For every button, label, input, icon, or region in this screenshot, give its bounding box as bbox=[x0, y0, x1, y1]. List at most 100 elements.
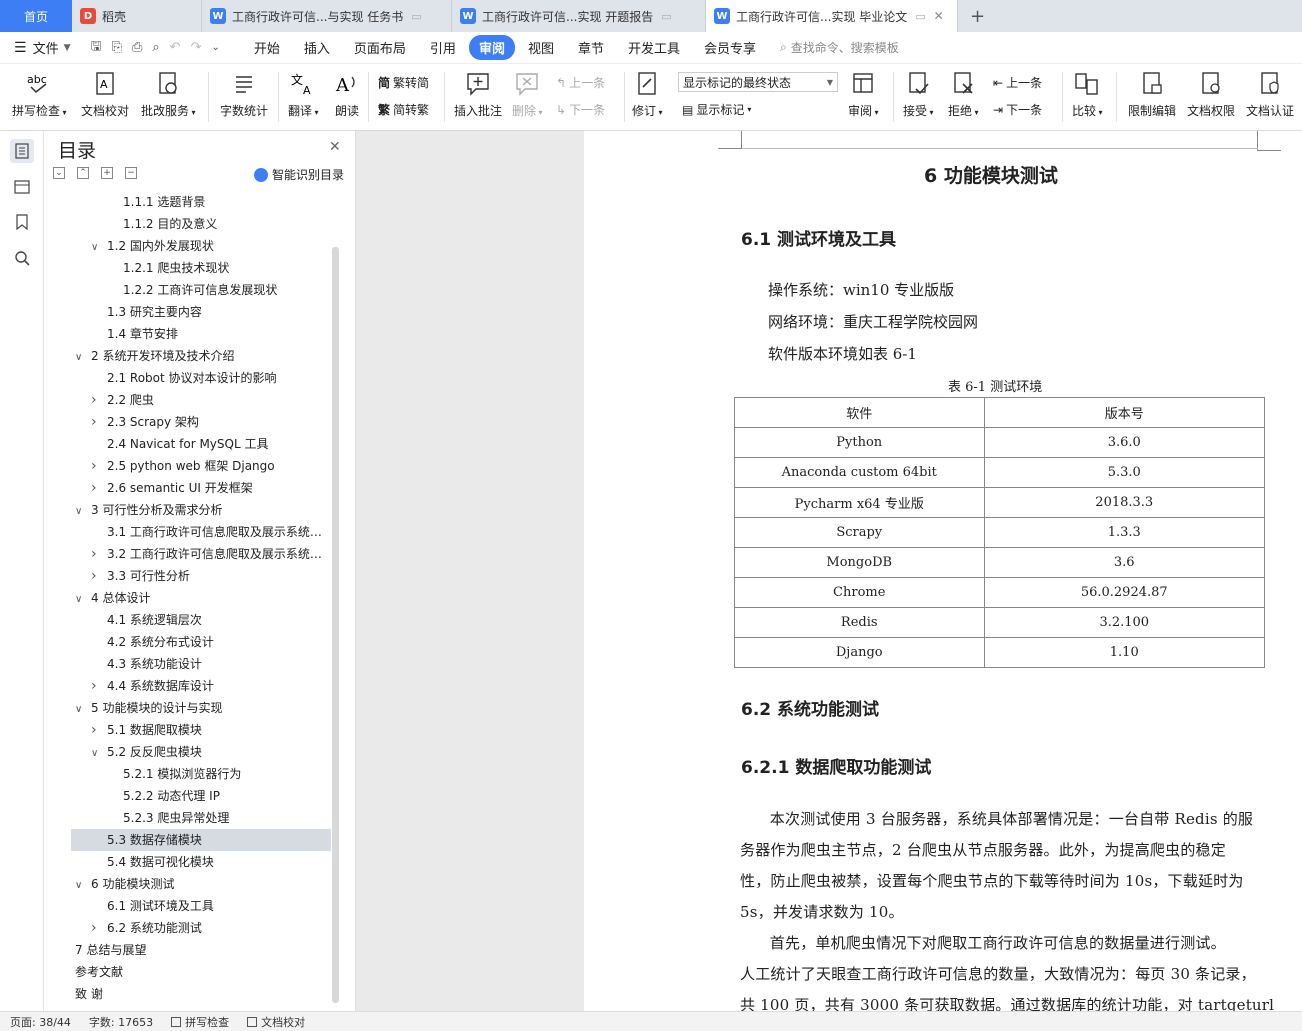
menu-layout[interactable]: 页面布局 bbox=[343, 35, 417, 60]
track-changes-button[interactable]: 修订 ▾ bbox=[632, 64, 663, 119]
menu-insert[interactable]: 插入 bbox=[293, 35, 341, 60]
toc-item[interactable]: 1.3 研究主要内容 bbox=[71, 301, 331, 323]
smart-toc-button[interactable]: 智能识别目录 bbox=[254, 166, 344, 183]
save-icon[interactable]: 🖫 bbox=[91, 37, 102, 59]
menu-member[interactable]: 会员专享 bbox=[693, 35, 767, 60]
toc-item[interactable]: 1.1.2 目的及意义 bbox=[71, 213, 331, 235]
search-icon[interactable] bbox=[10, 246, 34, 270]
menu-reference[interactable]: 引用 bbox=[419, 35, 467, 60]
chevron-right-icon[interactable]: › bbox=[91, 389, 107, 411]
toc-item[interactable]: ∨ 5.2 反反爬虫模块 bbox=[71, 741, 331, 763]
redo-icon[interactable]: ↷ bbox=[191, 40, 202, 55]
toc-item[interactable]: 1.1.1 选题背景 bbox=[71, 191, 331, 213]
toc-item[interactable]: ∨ 1.2 国内外发展现状 bbox=[71, 235, 331, 257]
word-count-button[interactable]: 字数统计 bbox=[220, 64, 268, 119]
chevron-down-icon[interactable]: ∨ bbox=[75, 347, 91, 367]
chevron-down-icon[interactable]: ∨ bbox=[75, 501, 91, 521]
next-change-button[interactable]: ⇥ 下一条 bbox=[993, 101, 1042, 118]
chevron-right-icon[interactable]: › bbox=[91, 565, 107, 587]
doc-cert-button[interactable]: 文档认证 bbox=[1246, 64, 1294, 119]
markup-state-select[interactable]: 显示标记的最终状态 ▼ bbox=[678, 72, 838, 92]
chevron-down-icon[interactable]: ∨ bbox=[91, 743, 107, 763]
output-icon[interactable]: ⎘ bbox=[112, 40, 122, 55]
close-icon[interactable]: ✕ bbox=[934, 9, 944, 23]
chevron-right-icon[interactable]: › bbox=[91, 455, 107, 477]
undo-icon[interactable]: ↶ bbox=[170, 40, 181, 55]
toc-item[interactable]: 1.2.1 爬虫技术现状 bbox=[71, 257, 331, 279]
toc-item[interactable]: › 2.3 Scrapy 架构 bbox=[71, 411, 331, 433]
read-aloud-button[interactable]: A 朗读 bbox=[333, 64, 361, 119]
toc-item[interactable]: 5.2.1 模拟浏览器行为 bbox=[71, 763, 331, 785]
chevron-right-icon[interactable]: › bbox=[91, 477, 107, 499]
delete-comment-button[interactable]: 删除 ▾ bbox=[512, 64, 543, 119]
toc-item[interactable]: › 5.1 数据爬取模块 bbox=[71, 719, 331, 741]
toc-item[interactable]: 致 谢 bbox=[71, 983, 331, 1005]
chevron-right-icon[interactable]: › bbox=[91, 719, 107, 741]
toc-item[interactable]: 6.1 测试环境及工具 bbox=[71, 895, 331, 917]
translate-button[interactable]: 文A 翻译 ▾ bbox=[288, 64, 319, 119]
toc-item[interactable]: › 2.2 爬虫 bbox=[71, 389, 331, 411]
new-tab-button[interactable]: + bbox=[958, 0, 997, 32]
menu-view[interactable]: 视图 bbox=[517, 35, 565, 60]
toc-item[interactable]: 5.3 数据存储模块 bbox=[71, 829, 331, 851]
tab-home[interactable]: 首页 bbox=[0, 0, 72, 32]
toc-item[interactable]: › 4.4 系统数据库设计 bbox=[71, 675, 331, 697]
menu-devtools[interactable]: 开发工具 bbox=[617, 35, 691, 60]
menu-start[interactable]: 开始 bbox=[243, 35, 291, 60]
tab-doc-proposal[interactable]: W 工商行政许可信...实现 开题报告 ▭ bbox=[452, 0, 706, 32]
expand-plus-icon[interactable]: + bbox=[101, 167, 113, 179]
prev-change-button[interactable]: ⇤ 上一条 bbox=[993, 74, 1042, 91]
chevron-right-icon[interactable]: › bbox=[91, 411, 107, 433]
toc-item[interactable]: ∨ 2 系统开发环境及技术介绍 bbox=[71, 345, 331, 367]
spell-check-button[interactable]: abc 拼写检查 ▾ bbox=[12, 64, 67, 119]
chevron-down-icon[interactable]: ∨ bbox=[75, 589, 91, 609]
simp-to-trad-button[interactable]: 繁简转繁 bbox=[378, 101, 429, 118]
document-page[interactable]: 6 功能模块测试 6.1 测试环境及工具 操作系统：win10 专业版版 网络环… bbox=[584, 131, 1302, 1011]
word-count-indicator[interactable]: 字数: 17653 bbox=[89, 1014, 153, 1030]
toc-icon[interactable] bbox=[10, 139, 34, 163]
command-search[interactable]: ⌕ 查找命令、搜索模板 bbox=[780, 39, 899, 56]
trad-to-simp-button[interactable]: 简繁转简 bbox=[378, 74, 429, 91]
menu-review[interactable]: 审阅 bbox=[468, 35, 515, 60]
toc-item[interactable]: 5.2.2 动态代理 IP bbox=[71, 785, 331, 807]
compare-button[interactable]: 比较 ▾ bbox=[1072, 64, 1103, 119]
collapse-minus-icon[interactable]: − bbox=[125, 167, 137, 179]
toc-item[interactable]: 2.4 Navicat for MySQL 工具 bbox=[71, 433, 331, 455]
restrict-edit-button[interactable]: 限制编辑 bbox=[1128, 64, 1176, 119]
doc-permission-button[interactable]: 文档权限 bbox=[1187, 64, 1235, 119]
chapter-nav-icon[interactable] bbox=[10, 174, 34, 198]
batch-service-button[interactable]: 批改服务 ▾ bbox=[141, 64, 196, 119]
toc-item[interactable]: 2.1 Robot 协议对本设计的影响 bbox=[71, 367, 331, 389]
doc-proof-button[interactable]: A 文档校对 bbox=[81, 64, 129, 119]
chevron-down-icon[interactable]: ∨ bbox=[75, 875, 91, 895]
tab-doc-thesis[interactable]: W 工商行政许可信...实现 毕业论文 ▭ ✕ bbox=[706, 0, 958, 32]
toc-item[interactable]: ›3.2 工商行政许可信息爬取及展示系统功能需求分析 bbox=[71, 543, 331, 565]
toc-item[interactable]: › 3.3 可行性分析 bbox=[71, 565, 331, 587]
reject-button[interactable]: 拒绝 ▾ bbox=[948, 64, 979, 119]
status-spell-check[interactable]: 拼写检查 bbox=[171, 1014, 229, 1030]
toc-item[interactable]: 5.4 数据可视化模块 bbox=[71, 851, 331, 873]
menu-chapter[interactable]: 章节 bbox=[567, 35, 615, 60]
toc-item[interactable]: 4.3 系统功能设计 bbox=[71, 653, 331, 675]
toc-item[interactable]: 参考文献 bbox=[71, 961, 331, 983]
show-markup-button[interactable]: ▤ 显示标记 ▾ bbox=[682, 101, 751, 118]
next-comment-button[interactable]: ↳ 下一条 bbox=[556, 101, 605, 118]
toc-item[interactable]: 4.2 系统分布式设计 bbox=[71, 631, 331, 653]
close-icon[interactable]: ✕ bbox=[329, 139, 341, 155]
toc-item[interactable]: 4.1 系统逻辑层次 bbox=[71, 609, 331, 631]
toc-item[interactable]: 1.2.2 工商许可信息发展现状 bbox=[71, 279, 331, 301]
chevron-right-icon[interactable]: › bbox=[91, 917, 107, 939]
bookmark-icon[interactable] bbox=[10, 210, 34, 234]
preview-icon[interactable]: ⌕ bbox=[152, 40, 159, 55]
toc-item[interactable]: 3.1 工商行政许可信息爬取及展示系统业务需求分析 bbox=[71, 521, 331, 543]
collapse-all-icon[interactable]: ⌄ bbox=[53, 167, 65, 179]
chevron-right-icon[interactable]: › bbox=[91, 675, 107, 697]
page-indicator[interactable]: 页面: 38/44 bbox=[10, 1014, 71, 1030]
file-menu[interactable]: ☰ 文件 ▼ bbox=[0, 38, 81, 58]
chevron-down-icon[interactable]: ∨ bbox=[91, 237, 107, 257]
toc-item[interactable]: › 2.6 semantic UI 开发框架 bbox=[71, 477, 331, 499]
toc-item[interactable]: › 2.5 python web 框架 Django bbox=[71, 455, 331, 477]
toc-scrollbar[interactable] bbox=[332, 247, 339, 1003]
toc-item[interactable]: ∨ 3 可行性分析及需求分析 bbox=[71, 499, 331, 521]
chevron-down-icon[interactable]: ∨ bbox=[75, 699, 91, 719]
